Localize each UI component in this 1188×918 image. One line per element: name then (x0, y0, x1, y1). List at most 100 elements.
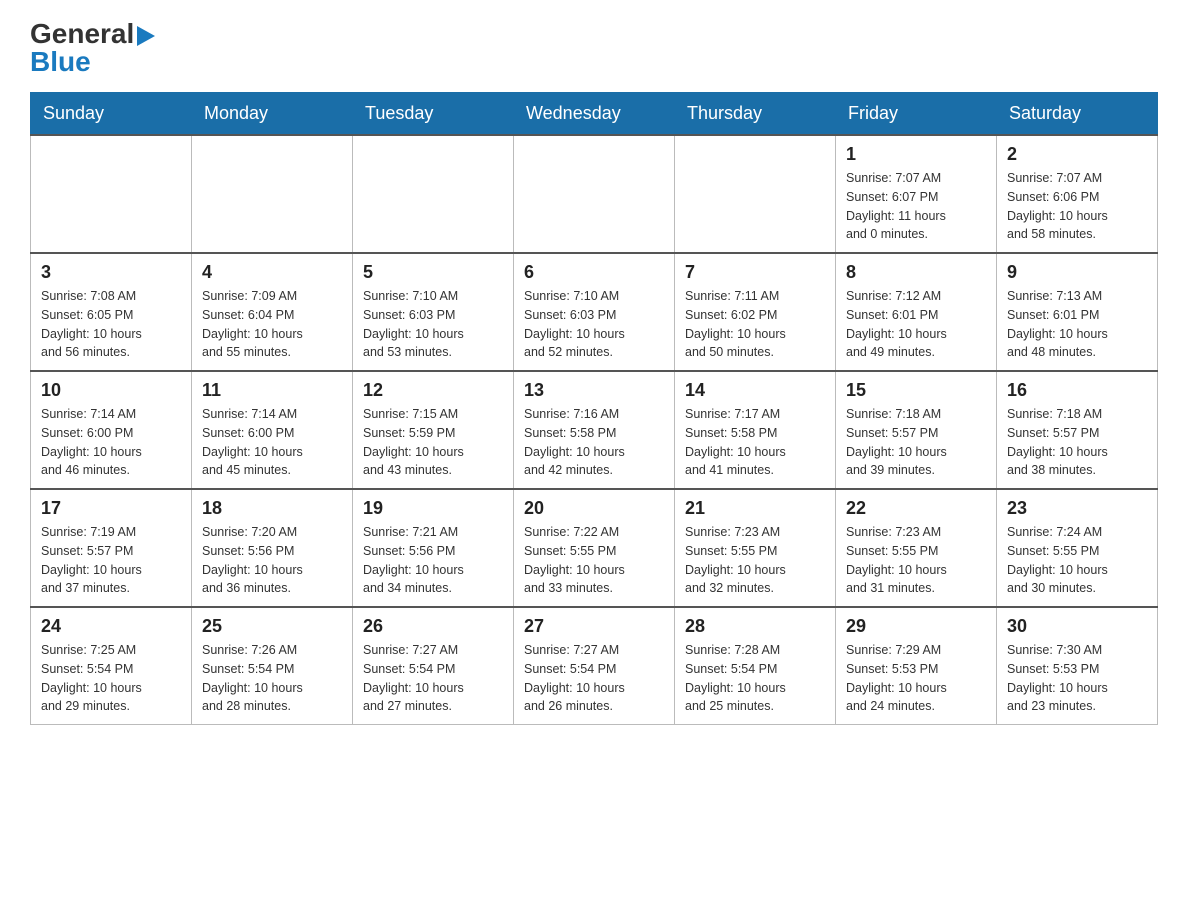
day-info: Sunrise: 7:16 AM Sunset: 5:58 PM Dayligh… (524, 405, 664, 480)
day-info: Sunrise: 7:17 AM Sunset: 5:58 PM Dayligh… (685, 405, 825, 480)
calendar-cell: 22 Sunrise: 7:23 AM Sunset: 5:55 PM Dayli… (836, 489, 997, 607)
day-number: 11 (202, 380, 342, 401)
weekday-header-friday: Friday (836, 93, 997, 136)
calendar-cell: 16Sunrise: 7:18 AM Sunset: 5:57 PM Dayli… (997, 371, 1158, 489)
calendar-cell: 6 Sunrise: 7:10 AM Sunset: 6:03 PM Daylig… (514, 253, 675, 371)
calendar-cell: 17 Sunrise: 7:19 AM Sunset: 5:57 PM Dayli… (31, 489, 192, 607)
logo-general-text: General (30, 20, 156, 48)
day-number: 6 (524, 262, 664, 283)
day-info: Sunrise: 7:24 AM Sunset: 5:55 PM Dayligh… (1007, 523, 1147, 598)
calendar-cell: 3Sunrise: 7:08 AM Sunset: 6:05 PM Daylig… (31, 253, 192, 371)
calendar-cell: 13 Sunrise: 7:16 AM Sunset: 5:58 PM Dayli… (514, 371, 675, 489)
day-number: 17 (41, 498, 181, 519)
calendar-cell: 12 Sunrise: 7:15 AM Sunset: 5:59 PM Dayli… (353, 371, 514, 489)
calendar-cell: 2 Sunrise: 7:07 AM Sunset: 6:06 PM Daylig… (997, 135, 1158, 253)
day-number: 28 (685, 616, 825, 637)
day-number: 8 (846, 262, 986, 283)
week-row-4: 17 Sunrise: 7:19 AM Sunset: 5:57 PM Dayli… (31, 489, 1158, 607)
day-number: 9 (1007, 262, 1147, 283)
calendar-cell: 19Sunrise: 7:21 AM Sunset: 5:56 PM Dayli… (353, 489, 514, 607)
logo-triangle-icon (137, 26, 155, 46)
calendar-cell (514, 135, 675, 253)
day-number: 10 (41, 380, 181, 401)
day-number: 2 (1007, 144, 1147, 165)
calendar-cell: 14 Sunrise: 7:17 AM Sunset: 5:58 PM Dayli… (675, 371, 836, 489)
day-info: Sunrise: 7:21 AM Sunset: 5:56 PM Dayligh… (363, 523, 503, 598)
calendar-cell: 29 Sunrise: 7:29 AM Sunset: 5:53 PM Dayli… (836, 607, 997, 725)
day-number: 3 (41, 262, 181, 283)
day-number: 26 (363, 616, 503, 637)
calendar-cell (675, 135, 836, 253)
day-info: Sunrise: 7:09 AM Sunset: 6:04 PM Dayligh… (202, 287, 342, 362)
logo: General Blue (30, 20, 156, 76)
weekday-header-saturday: Saturday (997, 93, 1158, 136)
calendar-cell: 28 Sunrise: 7:28 AM Sunset: 5:54 PM Dayli… (675, 607, 836, 725)
day-info: Sunrise: 7:27 AM Sunset: 5:54 PM Dayligh… (363, 641, 503, 716)
day-info: Sunrise: 7:14 AM Sunset: 6:00 PM Dayligh… (41, 405, 181, 480)
day-number: 16 (1007, 380, 1147, 401)
day-info: Sunrise: 7:23 AM Sunset: 5:55 PM Dayligh… (685, 523, 825, 598)
day-info: Sunrise: 7:20 AM Sunset: 5:56 PM Dayligh… (202, 523, 342, 598)
calendar-cell: 1 Sunrise: 7:07 AM Sunset: 6:07 PM Daylig… (836, 135, 997, 253)
weekday-header-row: SundayMondayTuesdayWednesdayThursdayFrid… (31, 93, 1158, 136)
calendar-cell (192, 135, 353, 253)
weekday-header-tuesday: Tuesday (353, 93, 514, 136)
day-info: Sunrise: 7:28 AM Sunset: 5:54 PM Dayligh… (685, 641, 825, 716)
day-number: 29 (846, 616, 986, 637)
calendar-cell (31, 135, 192, 253)
day-number: 14 (685, 380, 825, 401)
day-info: Sunrise: 7:10 AM Sunset: 6:03 PM Dayligh… (524, 287, 664, 362)
calendar-cell: 9 Sunrise: 7:13 AM Sunset: 6:01 PM Daylig… (997, 253, 1158, 371)
weekday-header-sunday: Sunday (31, 93, 192, 136)
calendar-cell: 7 Sunrise: 7:11 AM Sunset: 6:02 PM Daylig… (675, 253, 836, 371)
day-number: 27 (524, 616, 664, 637)
day-info: Sunrise: 7:25 AM Sunset: 5:54 PM Dayligh… (41, 641, 181, 716)
day-number: 1 (846, 144, 986, 165)
week-row-2: 3Sunrise: 7:08 AM Sunset: 6:05 PM Daylig… (31, 253, 1158, 371)
calendar-cell: 20Sunrise: 7:22 AM Sunset: 5:55 PM Dayli… (514, 489, 675, 607)
calendar-cell: 25 Sunrise: 7:26 AM Sunset: 5:54 PM Dayli… (192, 607, 353, 725)
day-info: Sunrise: 7:29 AM Sunset: 5:53 PM Dayligh… (846, 641, 986, 716)
calendar-cell (353, 135, 514, 253)
day-number: 24 (41, 616, 181, 637)
day-info: Sunrise: 7:12 AM Sunset: 6:01 PM Dayligh… (846, 287, 986, 362)
day-info: Sunrise: 7:30 AM Sunset: 5:53 PM Dayligh… (1007, 641, 1147, 716)
day-info: Sunrise: 7:13 AM Sunset: 6:01 PM Dayligh… (1007, 287, 1147, 362)
day-number: 13 (524, 380, 664, 401)
day-info: Sunrise: 7:27 AM Sunset: 5:54 PM Dayligh… (524, 641, 664, 716)
page-header: General Blue (30, 20, 1158, 76)
calendar-cell: 21Sunrise: 7:23 AM Sunset: 5:55 PM Dayli… (675, 489, 836, 607)
day-number: 5 (363, 262, 503, 283)
calendar-cell: 10 Sunrise: 7:14 AM Sunset: 6:00 PM Dayli… (31, 371, 192, 489)
day-info: Sunrise: 7:23 AM Sunset: 5:55 PM Dayligh… (846, 523, 986, 598)
day-number: 15 (846, 380, 986, 401)
day-info: Sunrise: 7:10 AM Sunset: 6:03 PM Dayligh… (363, 287, 503, 362)
weekday-header-monday: Monday (192, 93, 353, 136)
day-info: Sunrise: 7:07 AM Sunset: 6:06 PM Dayligh… (1007, 169, 1147, 244)
day-info: Sunrise: 7:26 AM Sunset: 5:54 PM Dayligh… (202, 641, 342, 716)
day-info: Sunrise: 7:22 AM Sunset: 5:55 PM Dayligh… (524, 523, 664, 598)
day-number: 4 (202, 262, 342, 283)
calendar-cell: 23Sunrise: 7:24 AM Sunset: 5:55 PM Dayli… (997, 489, 1158, 607)
calendar-cell: 11 Sunrise: 7:14 AM Sunset: 6:00 PM Dayli… (192, 371, 353, 489)
day-number: 7 (685, 262, 825, 283)
day-info: Sunrise: 7:15 AM Sunset: 5:59 PM Dayligh… (363, 405, 503, 480)
day-number: 22 (846, 498, 986, 519)
calendar-cell: 18 Sunrise: 7:20 AM Sunset: 5:56 PM Dayli… (192, 489, 353, 607)
day-info: Sunrise: 7:11 AM Sunset: 6:02 PM Dayligh… (685, 287, 825, 362)
calendar-cell: 5 Sunrise: 7:10 AM Sunset: 6:03 PM Daylig… (353, 253, 514, 371)
day-number: 30 (1007, 616, 1147, 637)
week-row-3: 10 Sunrise: 7:14 AM Sunset: 6:00 PM Dayli… (31, 371, 1158, 489)
day-info: Sunrise: 7:07 AM Sunset: 6:07 PM Dayligh… (846, 169, 986, 244)
day-info: Sunrise: 7:14 AM Sunset: 6:00 PM Dayligh… (202, 405, 342, 480)
day-info: Sunrise: 7:19 AM Sunset: 5:57 PM Dayligh… (41, 523, 181, 598)
week-row-5: 24 Sunrise: 7:25 AM Sunset: 5:54 PM Dayli… (31, 607, 1158, 725)
calendar-cell: 30 Sunrise: 7:30 AM Sunset: 5:53 PM Dayli… (997, 607, 1158, 725)
day-number: 12 (363, 380, 503, 401)
day-number: 18 (202, 498, 342, 519)
day-number: 25 (202, 616, 342, 637)
calendar-cell: 27 Sunrise: 7:27 AM Sunset: 5:54 PM Dayli… (514, 607, 675, 725)
day-info: Sunrise: 7:18 AM Sunset: 5:57 PM Dayligh… (846, 405, 986, 480)
calendar-cell: 8 Sunrise: 7:12 AM Sunset: 6:01 PM Daylig… (836, 253, 997, 371)
logo-blue-text: Blue (30, 48, 91, 76)
